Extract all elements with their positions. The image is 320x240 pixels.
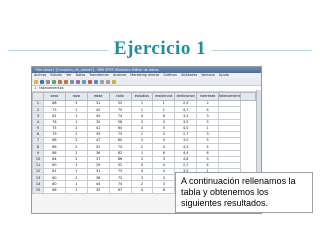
table-cell[interactable]: 4	[130, 186, 154, 194]
menu-item[interactable]: Utilidades	[181, 73, 197, 77]
table-cell[interactable]: 1	[64, 186, 88, 194]
variables-icon[interactable]	[76, 79, 80, 84]
weight-cases-icon[interactable]	[106, 79, 110, 84]
menu-item[interactable]: Ver	[66, 73, 71, 77]
menu-item[interactable]: Archivo	[34, 73, 46, 77]
menu-item[interactable]: Edición	[50, 73, 62, 77]
menu-item[interactable]: Gráficos	[163, 73, 177, 77]
menu-item[interactable]: Datos	[76, 73, 86, 77]
caption-line: A continuación rellenamos la	[181, 176, 296, 186]
recall-dialog-icon[interactable]	[52, 79, 56, 84]
table-cell[interactable]: 35	[86, 186, 110, 194]
column-header[interactable]: sexo	[43, 92, 66, 101]
column-header-row: sexo raza edad talla estudios residencia dedic…	[32, 92, 256, 101]
find-icon[interactable]	[82, 79, 86, 84]
table-cell[interactable]: 68	[43, 186, 66, 194]
value-labels-icon[interactable]	[112, 79, 116, 84]
caption-line: tabla y obtenemos los	[181, 187, 269, 197]
column-header[interactable]: estudios	[130, 92, 154, 101]
table-cell[interactable]: 6	[152, 186, 176, 194]
menu-item[interactable]: Transformar	[89, 73, 109, 77]
insert-variable-icon[interactable]	[94, 79, 98, 84]
column-header[interactable]: talla	[108, 92, 132, 101]
column-header[interactable]: intereses	[196, 92, 219, 101]
column-header[interactable]: edad	[86, 92, 110, 101]
table-cell[interactable]: 67	[108, 186, 132, 194]
slide-title: Ejercicio 1	[113, 38, 207, 59]
split-file-icon[interactable]	[100, 79, 104, 84]
column-header[interactable]: dedicacion	[174, 92, 198, 101]
undo-icon[interactable]	[58, 79, 62, 84]
save-icon[interactable]	[40, 79, 44, 84]
toolbar	[32, 78, 261, 86]
print-icon[interactable]	[46, 79, 50, 84]
goto-case-icon[interactable]	[70, 79, 74, 84]
corner-cell	[32, 92, 44, 101]
insert-cases-icon[interactable]	[88, 79, 92, 84]
menu-item[interactable]: Marketing directo	[130, 73, 159, 77]
redo-icon[interactable]	[64, 79, 68, 84]
menu-item[interactable]: Analizar	[113, 73, 126, 77]
column-header[interactable]: residencia	[152, 92, 176, 101]
menu-bar: Archivo Edición Ver Datos Transformar Analiza…	[32, 73, 261, 78]
menu-item[interactable]: Ayuda	[219, 73, 229, 77]
column-header[interactable]: fallecamientos	[218, 92, 241, 101]
menu-item[interactable]: Ventana	[201, 73, 215, 77]
open-icon[interactable]	[34, 79, 38, 84]
caption-line: siguientes resultados.	[181, 198, 269, 208]
column-header[interactable]: raza	[64, 92, 88, 101]
empty-column-header[interactable]	[240, 92, 256, 101]
row-number: 15	[32, 186, 44, 194]
caption-box: A continuación rellenamos la tabla y obt…	[175, 172, 313, 213]
